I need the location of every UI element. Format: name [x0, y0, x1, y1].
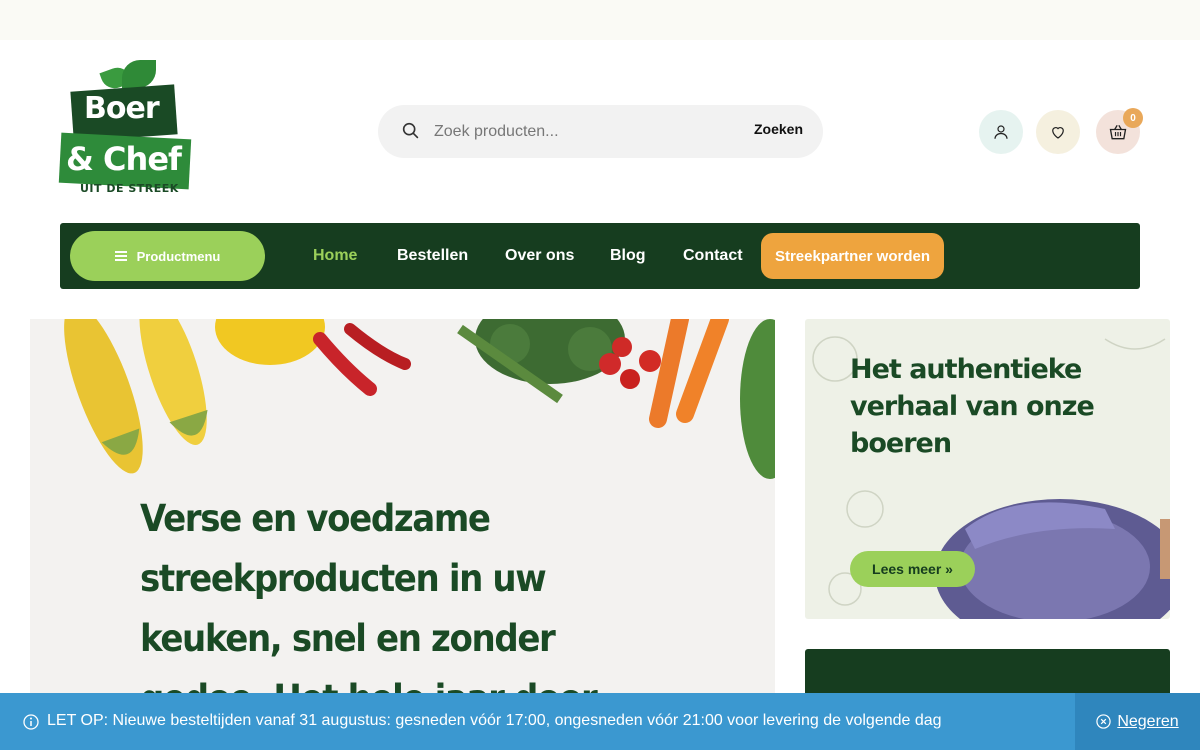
search-input[interactable]: [434, 117, 734, 147]
logo[interactable]: Boer & Chef UIT DE STREEK: [58, 58, 192, 198]
nav-item-blog[interactable]: Blog: [610, 247, 646, 265]
hero-banner: Verse en voedzame streekproducten in uw …: [30, 319, 775, 750]
wishlist-button[interactable]: [1036, 110, 1080, 154]
dismiss-label: Negeren: [1117, 712, 1179, 730]
search-icon: [402, 122, 419, 139]
story-card-title: Het authentieke verhaal van onze boeren: [850, 354, 1095, 459]
logo-tagline: UIT DE STREEK: [80, 182, 179, 195]
dismiss-button[interactable]: Negeren: [1075, 693, 1200, 750]
nav-item-contact[interactable]: Contact: [683, 247, 743, 265]
logo-line1: Boer: [84, 91, 160, 126]
leaf-icon: [122, 60, 156, 88]
search-button[interactable]: Zoeken: [754, 121, 803, 137]
menu-icon: [114, 251, 127, 261]
notice-text: LET OP: Nieuwe besteltijden vanaf 31 aug…: [47, 712, 942, 729]
main-nav: Productmenu Home Bestellen Over ons Blog…: [60, 223, 1140, 289]
nav-item-home[interactable]: Home: [313, 247, 357, 265]
logo-line2: & Chef: [66, 140, 182, 178]
account-button[interactable]: [979, 110, 1023, 154]
close-icon: [1096, 714, 1111, 729]
user-icon: [994, 125, 1008, 139]
search-bar: Zoeken: [378, 105, 823, 158]
notice-bar: LET OP: Nieuwe besteltijden vanaf 31 aug…: [0, 693, 1200, 750]
product-menu-label: Productmenu: [136, 248, 221, 264]
cart-count-badge: 0: [1123, 108, 1143, 128]
heart-icon: [1052, 127, 1064, 139]
nav-item-bestellen[interactable]: Bestellen: [397, 247, 468, 265]
info-icon: [23, 714, 39, 730]
streekpartner-button[interactable]: Streekpartner worden: [761, 233, 944, 279]
story-card: Het authentieke verhaal van onze boeren …: [805, 319, 1170, 619]
top-strip: [0, 0, 1200, 40]
nav-item-over-ons[interactable]: Over ons: [505, 247, 574, 265]
product-menu-button[interactable]: Productmenu: [70, 231, 265, 281]
read-more-button[interactable]: Lees meer »: [850, 551, 975, 587]
